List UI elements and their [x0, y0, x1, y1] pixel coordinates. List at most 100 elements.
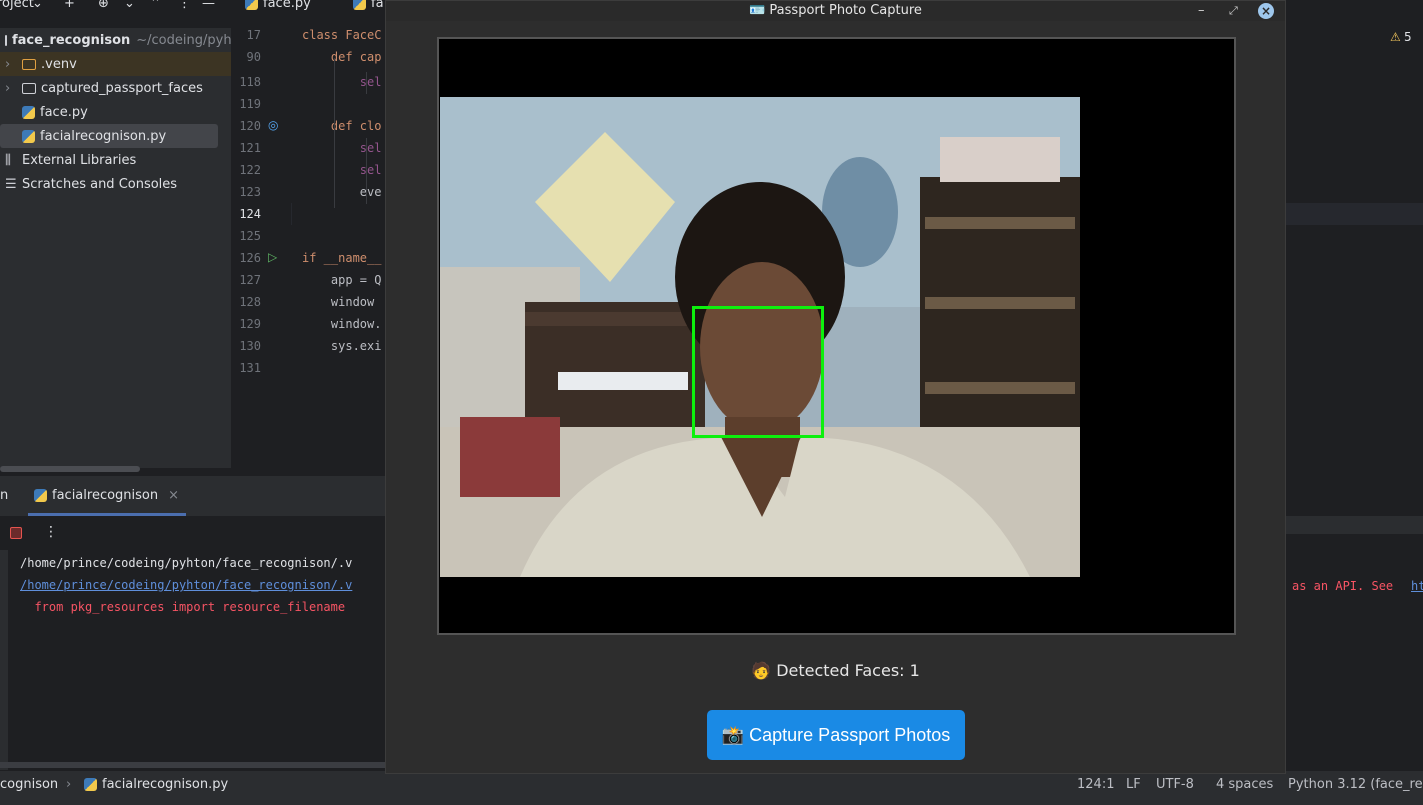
folder-icon [22, 58, 36, 70]
python-file-icon [22, 105, 35, 119]
file-encoding[interactable]: UTF-8 [1156, 777, 1194, 792]
python-interpreter[interactable]: Python 3.12 (face_rec [1288, 777, 1423, 792]
indent-guide [334, 58, 335, 208]
console-line: as an API. See [1292, 579, 1394, 593]
code-line: window [302, 295, 375, 309]
code-line: sel [302, 163, 382, 177]
project-toolbar: roject ⌄ + ⊕ ⌄ ⌃ ⋮ — [0, 0, 231, 14]
python-file-icon [245, 0, 258, 10]
close-icon[interactable]: × [168, 488, 179, 503]
tree-item-venv[interactable]: › .venv [0, 52, 231, 76]
expand-icon[interactable]: ⌄ [124, 0, 135, 11]
status-bar: cognison › facialrecognison.py 124:1 LF … [0, 770, 1423, 805]
code-line: sys.exi [302, 339, 382, 353]
line-number: 126 [239, 251, 261, 265]
breadcrumb-file[interactable]: facialrecognison.py [84, 777, 228, 792]
code-line: app = Q [302, 273, 382, 287]
window-titlebar[interactable]: 🪪 Passport Photo Capture – ⤢ × [386, 1, 1285, 21]
line-number: 125 [239, 229, 261, 243]
capture-passport-photos-button[interactable]: 📸 Capture Passport Photos [707, 710, 965, 760]
window-title: 🪪 Passport Photo Capture [749, 3, 922, 18]
code-line: sel [302, 75, 382, 89]
tab-facialrecognison-py[interactable]: fa [353, 0, 384, 11]
code-line: def clo [302, 119, 382, 133]
run-tool-window-header: n facialrecognison × [0, 476, 390, 516]
code-line: eve [302, 185, 382, 199]
warning-count: 5 [1404, 30, 1412, 44]
code-line: class FaceC [302, 28, 382, 42]
run-console-right: as an API. See ht [1285, 476, 1423, 770]
override-icon[interactable]: ◎ [268, 118, 278, 132]
tree-item-root[interactable]: face_recognison ~/codeing/pyhto [0, 28, 245, 52]
code-line: if __name__ [302, 251, 382, 265]
tree-item-face-py[interactable]: face.py [0, 100, 231, 124]
project-label[interactable]: roject [0, 0, 34, 11]
tab-face-py[interactable]: face.py [245, 0, 311, 11]
tree-item-scratches[interactable]: ☰ Scratches and Consoles [0, 172, 231, 196]
camera-preview [437, 37, 1236, 635]
folder-icon [5, 34, 7, 46]
line-number: 120 [239, 119, 261, 133]
indent-setting[interactable]: 4 spaces [1216, 777, 1273, 792]
line-number: 128 [239, 295, 261, 309]
run-tab[interactable]: facialrecognison × [34, 488, 179, 503]
tree-item-captured-passport-faces[interactable]: › captured_passport_faces [0, 76, 231, 100]
python-file-icon [353, 0, 366, 10]
current-line-highlight [1286, 203, 1423, 225]
line-number: 122 [239, 163, 261, 177]
line-number: 127 [239, 273, 261, 287]
console-link[interactable]: /home/prince/codeing/pyhton/face_recogni… [20, 578, 352, 592]
run-console[interactable]: ⋮ /home/prince/codeing/pyhton/face_recog… [0, 516, 390, 770]
console-line: from pkg_resources import resource_filen… [20, 600, 346, 614]
run-title: n [0, 488, 9, 503]
line-separator[interactable]: LF [1126, 777, 1141, 792]
console-link[interactable]: ht [1411, 579, 1423, 593]
line-number: 131 [239, 361, 261, 375]
breadcrumb-project[interactable]: cognison [0, 777, 58, 792]
python-file-icon [84, 778, 97, 791]
add-icon[interactable]: + [64, 0, 75, 11]
tree-item-external-libraries[interactable]: ⫼ External Libraries [0, 148, 231, 172]
indent-guide [366, 72, 367, 94]
stop-icon[interactable] [10, 527, 22, 539]
line-number: 130 [239, 339, 261, 353]
console-sidebar [0, 550, 8, 770]
run-gutter-icon[interactable]: ▷ [268, 250, 277, 264]
face-detection-box [692, 306, 824, 438]
folder-icon [22, 82, 36, 94]
line-number: 124 [239, 207, 261, 221]
code-editor[interactable]: class FaceC def cap sel def clo sel sel … [292, 28, 392, 472]
passport-capture-window: 🪪 Passport Photo Capture – ⤢ × 🧑 Detecte… [385, 0, 1286, 774]
code-line: def cap [302, 50, 382, 64]
chevron-down-icon[interactable]: ⌄ [32, 0, 43, 11]
target-icon[interactable]: ⊕ [98, 0, 109, 11]
console-scrollbar[interactable] [0, 762, 390, 768]
console-line: /home/prince/codeing/pyhton/face_recogni… [20, 556, 353, 570]
warning-icon[interactable]: ⚠ [1390, 30, 1401, 44]
restore-icon[interactable]: ⤢ [1229, 1, 1238, 21]
tree-item-facialrecognison-py[interactable]: facialrecognison.py [0, 124, 218, 148]
chevron-right-icon: › [66, 777, 72, 792]
more-icon[interactable]: ⋮ [178, 0, 191, 11]
library-icon: ⫼ [5, 152, 11, 168]
line-number: 17 [246, 28, 261, 42]
cursor-position[interactable]: 124:1 [1077, 777, 1114, 792]
indent-guide [366, 138, 367, 204]
more-icon[interactable]: ⋮ [44, 524, 58, 540]
minimize-icon[interactable]: – [1198, 1, 1205, 21]
collapse-icon[interactable]: ⌃ [150, 0, 161, 11]
line-number: 119 [239, 97, 261, 111]
line-number: 118 [239, 75, 261, 89]
scratches-icon: ☰ [5, 176, 17, 192]
python-file-icon [34, 489, 47, 502]
chevron-right-icon[interactable]: › [5, 81, 22, 96]
line-number: 90 [246, 50, 261, 64]
editor-right-area: ⚠ 5 [1286, 28, 1423, 472]
minimize-panel-icon[interactable]: — [202, 0, 215, 11]
camera-frame [440, 97, 1080, 577]
code-line: window. [302, 317, 382, 331]
line-number: 123 [239, 185, 261, 199]
close-icon[interactable]: × [1258, 3, 1274, 19]
tree-scrollbar[interactable] [0, 466, 140, 472]
chevron-right-icon[interactable]: › [5, 57, 22, 72]
